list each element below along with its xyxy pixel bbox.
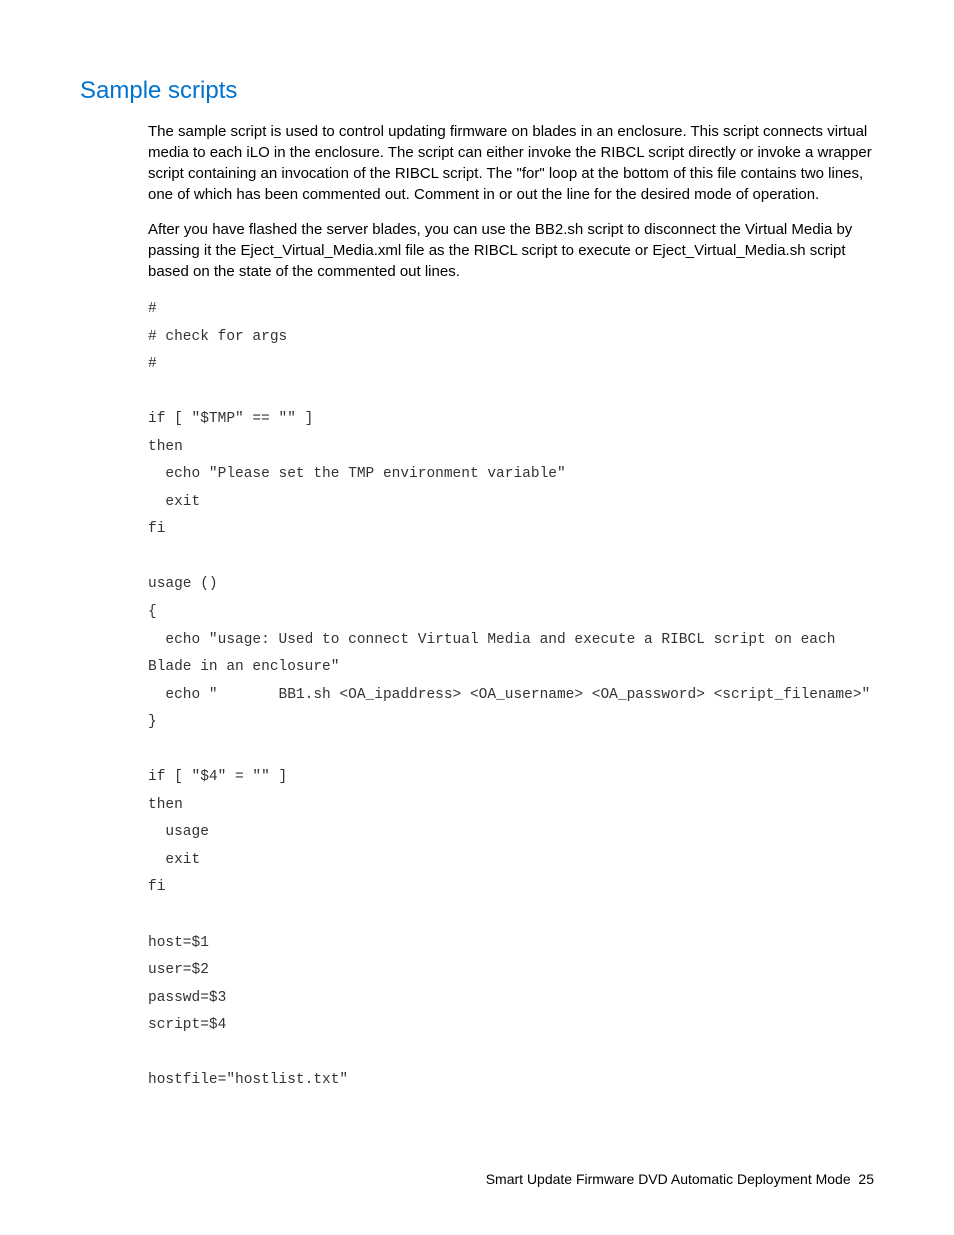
page-footer: Smart Update Firmware DVD Automatic Depl… (486, 1171, 874, 1187)
content-area: The sample script is used to control upd… (148, 121, 874, 1095)
paragraph-followup: After you have flashed the server blades… (148, 219, 874, 282)
paragraph-intro: The sample script is used to control upd… (148, 121, 874, 205)
footer-page-number: 25 (858, 1171, 874, 1187)
section-heading: Sample scripts (80, 77, 874, 105)
footer-title: Smart Update Firmware DVD Automatic Depl… (486, 1171, 851, 1187)
code-block: # # check for args # if [ "$TMP" == "" ]… (148, 296, 874, 1095)
